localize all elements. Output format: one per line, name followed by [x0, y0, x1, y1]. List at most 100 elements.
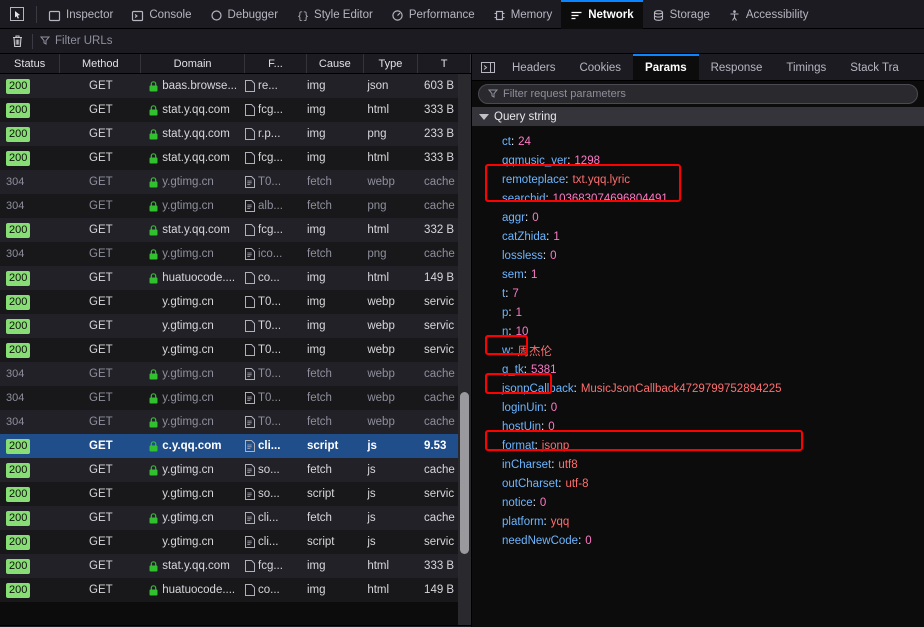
domain-label: y.gtimg.cn — [162, 368, 214, 380]
param-key: searchid — [502, 192, 546, 205]
domain-label: stat.y.qq.com — [162, 128, 230, 140]
column-header-domain[interactable]: Domain — [141, 54, 245, 73]
column-header-f-[interactable]: F... — [245, 54, 308, 73]
param-value: 1298 — [574, 154, 600, 167]
param-row[interactable]: ct:24 — [502, 132, 924, 151]
column-header-type[interactable]: Type — [364, 54, 419, 73]
table-row[interactable]: 200 GET y.gtimg.cn T0... img webp servic — [0, 290, 471, 314]
status-code: 304 — [6, 416, 25, 428]
table-row[interactable]: 200 GET stat.y.qq.com fcg... img html 333 B — [0, 98, 471, 122]
param-row[interactable]: aggr:0 — [502, 208, 924, 227]
param-row[interactable]: lossless:0 — [502, 246, 924, 265]
param-row[interactable]: loginUin:0 — [502, 398, 924, 417]
table-row[interactable]: 304 GET y.gtimg.cn T0... fetch webp cache — [0, 362, 471, 386]
tab-performance[interactable]: Performance — [382, 0, 484, 29]
table-row[interactable]: 200 GET c.y.qq.com cli... script js 9.53 — [0, 434, 471, 458]
column-header-cause[interactable]: Cause — [307, 54, 364, 73]
param-row[interactable]: p:1 — [502, 303, 924, 322]
table-row[interactable]: 304 GET y.gtimg.cn ico... fetch png cache — [0, 242, 471, 266]
param-row[interactable]: qqmusic_ver:1298 — [502, 151, 924, 170]
param-row[interactable]: format: jsonp — [502, 436, 924, 455]
cell-file: T0... — [245, 368, 307, 380]
cell-method: GET — [89, 296, 113, 308]
table-row[interactable]: 200 GET y.gtimg.cn T0... img webp servic — [0, 338, 471, 362]
param-row[interactable]: t:7 — [502, 284, 924, 303]
tab-storage[interactable]: Storage — [643, 0, 719, 29]
table-row[interactable]: 200 GET stat.y.qq.com fcg... img html 332 B — [0, 218, 471, 242]
column-header-status[interactable]: Status — [0, 54, 61, 73]
cell-status: 200 — [0, 78, 60, 94]
table-row[interactable]: 304 GET y.gtimg.cn T0... fetch webp cache — [0, 410, 471, 434]
request-list-scrollbar[interactable] — [458, 74, 471, 627]
table-row[interactable]: 200 GET stat.y.qq.com fcg... img html 333 B — [0, 554, 471, 578]
scrollbar-thumb[interactable] — [460, 392, 469, 554]
cell-method: GET — [89, 80, 113, 92]
cell-status: 200 — [0, 270, 60, 286]
table-row[interactable]: 304 GET y.gtimg.cn T0... fetch webp cache — [0, 170, 471, 194]
param-row[interactable]: n:10 — [502, 322, 924, 341]
cell-status: 200 — [0, 462, 60, 478]
document-file-icon — [245, 416, 256, 428]
file-label: ico... — [258, 248, 283, 260]
file-label: fcg... — [258, 224, 283, 236]
tab-memory[interactable]: Memory — [484, 0, 562, 29]
tab-params[interactable]: Params — [633, 54, 699, 80]
param-row[interactable]: g_tk:5381 — [502, 360, 924, 379]
param-filter-input[interactable]: Filter request parameters — [478, 84, 918, 104]
param-colon: : — [546, 230, 550, 243]
tab-stack-tra[interactable]: Stack Tra — [838, 54, 911, 80]
tab-headers[interactable]: Headers — [500, 54, 567, 80]
param-row[interactable]: remoteplace: txt.yqq.lyric — [502, 170, 924, 189]
tab-accessibility[interactable]: Accessibility — [719, 0, 818, 29]
table-row[interactable]: 200 GET y.gtimg.cn T0... img webp servic — [0, 314, 471, 338]
tab-inspector[interactable]: Inspector — [39, 0, 122, 29]
file-label: cli... — [258, 512, 279, 524]
table-row[interactable]: 200 GET stat.y.qq.com r.p... img png 233 B — [0, 122, 471, 146]
page-file-icon — [245, 560, 256, 572]
cell-cause: script — [307, 488, 335, 500]
tab-response[interactable]: Response — [699, 54, 775, 80]
tab-debugger[interactable]: Debugger — [201, 0, 288, 29]
param-row[interactable]: inCharset: utf8 — [502, 455, 924, 474]
tab-console[interactable]: Console — [122, 0, 200, 29]
param-row[interactable]: outCharset: utf-8 — [502, 474, 924, 493]
param-row[interactable]: searchid:103683074696804491 — [502, 189, 924, 208]
param-row[interactable]: hostUin:0 — [502, 417, 924, 436]
table-row[interactable]: 200 GET baas.browse... re... img json 603 B — [0, 74, 471, 98]
cell-file: T0... — [245, 320, 307, 332]
tab-style-editor[interactable]: {} Style Editor — [287, 0, 382, 29]
table-row[interactable]: 200 GET y.gtimg.cn cli... script js servic — [0, 530, 471, 554]
table-row[interactable]: 200 GET huatuocode.... co... img html 149 B — [0, 578, 471, 602]
tab-timings[interactable]: Timings — [774, 54, 838, 80]
trash-icon[interactable] — [6, 31, 28, 51]
status-badge: 200 — [6, 510, 31, 526]
param-row[interactable]: jsonpCallback: MusicJsonCallback472979975… — [502, 379, 924, 398]
param-row[interactable]: w: 周杰伦 — [502, 341, 924, 360]
param-colon: : — [508, 306, 512, 319]
lock-icon — [149, 200, 158, 212]
element-picker-icon[interactable] — [4, 2, 30, 26]
param-row[interactable]: catZhida:1 — [502, 227, 924, 246]
column-header-method[interactable]: Method — [60, 54, 142, 73]
panel-toggle-icon[interactable] — [476, 54, 500, 80]
param-row[interactable]: needNewCode:0 — [502, 531, 924, 550]
table-row[interactable]: 304 GET y.gtimg.cn T0... fetch webp cache — [0, 386, 471, 410]
table-row[interactable]: 200 GET y.gtimg.cn cli... fetch js cache — [0, 506, 471, 530]
param-row[interactable]: sem:1 — [502, 265, 924, 284]
table-row[interactable]: 304 GET y.gtimg.cn alb... fetch png cache — [0, 194, 471, 218]
filter-urls-input[interactable]: Filter URLs — [39, 35, 113, 48]
cell-status: 200 — [0, 150, 60, 166]
table-row[interactable]: 200 GET y.gtimg.cn so... fetch js cache — [0, 458, 471, 482]
cell-type: html — [367, 104, 390, 116]
column-header-t[interactable]: T — [418, 54, 471, 73]
tab-cookies[interactable]: Cookies — [567, 54, 633, 80]
table-row[interactable]: 200 GET y.gtimg.cn so... script js servic — [0, 482, 471, 506]
param-row[interactable]: notice:0 — [502, 493, 924, 512]
table-row[interactable]: 200 GET huatuocode.... co... img html 149 B — [0, 266, 471, 290]
tab-network[interactable]: Network — [561, 0, 643, 29]
table-row[interactable]: 200 GET stat.y.qq.com fcg... img html 333 B — [0, 146, 471, 170]
param-row[interactable]: platform: yqq — [502, 512, 924, 531]
page-file-icon — [245, 224, 256, 236]
query-string-section-header[interactable]: Query string — [472, 107, 924, 126]
param-colon: : — [551, 458, 555, 471]
